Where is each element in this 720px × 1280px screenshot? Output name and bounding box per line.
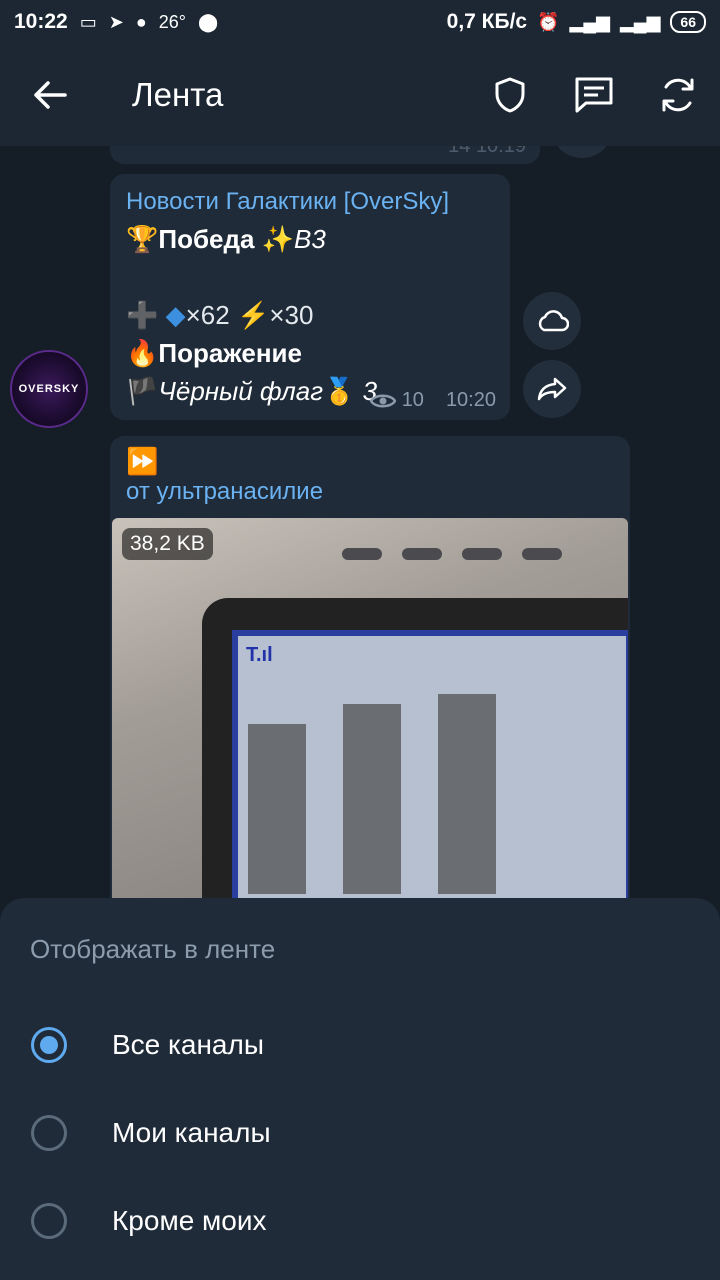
- file-size-badge: 38,2 KB: [122, 528, 213, 560]
- views-count: 10: [401, 389, 424, 411]
- lightning-icon: ⚡: [236, 300, 270, 330]
- post-time: 10:20: [445, 389, 496, 411]
- option-label: Кроме моих: [112, 1205, 267, 1236]
- fire-icon: 🔥: [126, 338, 159, 368]
- feed[interactable]: 14 10:19 Новости Галактики [OverSky] 🏆По…: [0, 146, 720, 906]
- arrow-left-icon: [34, 81, 67, 109]
- loss-label: Поражение: [158, 338, 302, 368]
- plus-icon: ➕: [126, 300, 159, 330]
- option-except-mine[interactable]: Кроме моих: [0, 1181, 720, 1261]
- back-button[interactable]: [0, 44, 100, 146]
- photo-screen: T.ıl: [232, 630, 628, 906]
- crystals-count: ×62: [185, 300, 230, 330]
- post-photo[interactable]: T.ıl 38,2 KB: [112, 518, 628, 906]
- sheet-title: Отображать в ленте: [30, 934, 276, 964]
- previous-post-time: 10:19: [475, 146, 526, 157]
- refresh-icon: [662, 78, 694, 112]
- win-value: B3: [294, 224, 326, 254]
- previous-post-meta: 14 10:19: [448, 146, 526, 158]
- empty-line: [126, 262, 494, 300]
- channel-avatar[interactable]: OVERSKY: [10, 350, 88, 428]
- previous-post-views: 14: [448, 146, 471, 157]
- status-time: 10:22: [14, 10, 68, 33]
- photo-detail: [342, 548, 382, 560]
- win-label: Победа: [158, 224, 255, 254]
- sparkles-icon: ✨: [261, 224, 295, 254]
- refresh-button[interactable]: [636, 44, 720, 146]
- photo-detail: [438, 694, 496, 894]
- forwarded-post[interactable]: ⏩ от ультранасилие T.ıl 38,2 KB: [110, 436, 630, 906]
- previous-post[interactable]: 14 10:19: [110, 146, 540, 164]
- signal-icon: ▂▄▆: [569, 11, 610, 32]
- shield-icon: [495, 77, 525, 113]
- page-title: Лента: [132, 76, 224, 113]
- share-button[interactable]: [523, 360, 581, 418]
- win-line: 🏆Победа ✨B3: [126, 224, 494, 262]
- app-bar: Лента: [0, 44, 720, 146]
- energy-count: ×30: [269, 300, 314, 330]
- drop-icon: ●: [135, 11, 147, 32]
- photo-detail: [343, 704, 401, 894]
- forwarded-from[interactable]: от ультранасилие: [126, 478, 614, 506]
- alarm-icon: ⏰: [537, 11, 560, 32]
- previous-post-side-button[interactable]: [553, 146, 611, 158]
- feed-filter-sheet: Отображать в ленте Все каналы Мои каналы…: [0, 898, 720, 1280]
- eye-icon: [369, 394, 396, 407]
- medal-icon: 🥇: [323, 376, 356, 406]
- telegram-icon: ➤: [108, 11, 124, 32]
- loss-line: 🔥Поражение: [126, 338, 494, 376]
- vpn-icon: ▭: [79, 11, 97, 32]
- diamond-icon: ◆: [165, 300, 186, 330]
- share-arrow-icon: [537, 377, 567, 401]
- radio-unselected-icon[interactable]: [31, 1203, 67, 1239]
- post-meta: 10 10:20: [369, 389, 496, 412]
- trophy-icon: 🏆: [126, 224, 159, 254]
- photo-detail: [402, 548, 442, 560]
- reward-line: ➕ ◆×62 ⚡×30: [126, 300, 494, 338]
- location-icon: ⬤: [197, 11, 219, 32]
- battery-indicator: 66: [670, 11, 706, 33]
- status-bar: 10:22 ▭ ➤ ● 26° ⬤ 0,7 КБ/с ⏰ ▂▄▆ ▂▄▆ 66: [0, 0, 720, 44]
- option-my-channels[interactable]: Мои каналы: [0, 1093, 720, 1173]
- network-speed: 0,7 КБ/с: [446, 10, 528, 33]
- photo-detail: [462, 548, 502, 560]
- channel-name[interactable]: Новости Галактики [OverSky]: [126, 188, 494, 216]
- photo-detail: [248, 724, 306, 894]
- cloud-icon: [538, 310, 569, 332]
- photo-detail: [522, 548, 562, 560]
- option-all-channels[interactable]: Все каналы: [0, 1005, 720, 1085]
- screen-status: T.ıl: [246, 644, 273, 666]
- radio-selected-icon[interactable]: [31, 1027, 67, 1063]
- radio-unselected-icon[interactable]: [31, 1115, 67, 1151]
- option-label: Мои каналы: [112, 1117, 271, 1148]
- chat-icon: [575, 77, 613, 113]
- fast-forward-icon: ⏩: [126, 446, 159, 476]
- temperature-text: 26°: [158, 11, 186, 32]
- cloud-button[interactable]: [523, 292, 581, 350]
- shield-button[interactable]: [468, 44, 552, 146]
- post-message[interactable]: Новости Галактики [OverSky] 🏆Победа ✨B3 …: [110, 174, 510, 420]
- pirate-flag-icon: 🏴: [126, 376, 159, 406]
- flag-label: Чёрный флаг: [158, 376, 324, 406]
- chat-button[interactable]: [552, 44, 636, 146]
- option-label: Все каналы: [112, 1029, 264, 1060]
- signal-icon-2: ▂▄▆: [619, 11, 661, 32]
